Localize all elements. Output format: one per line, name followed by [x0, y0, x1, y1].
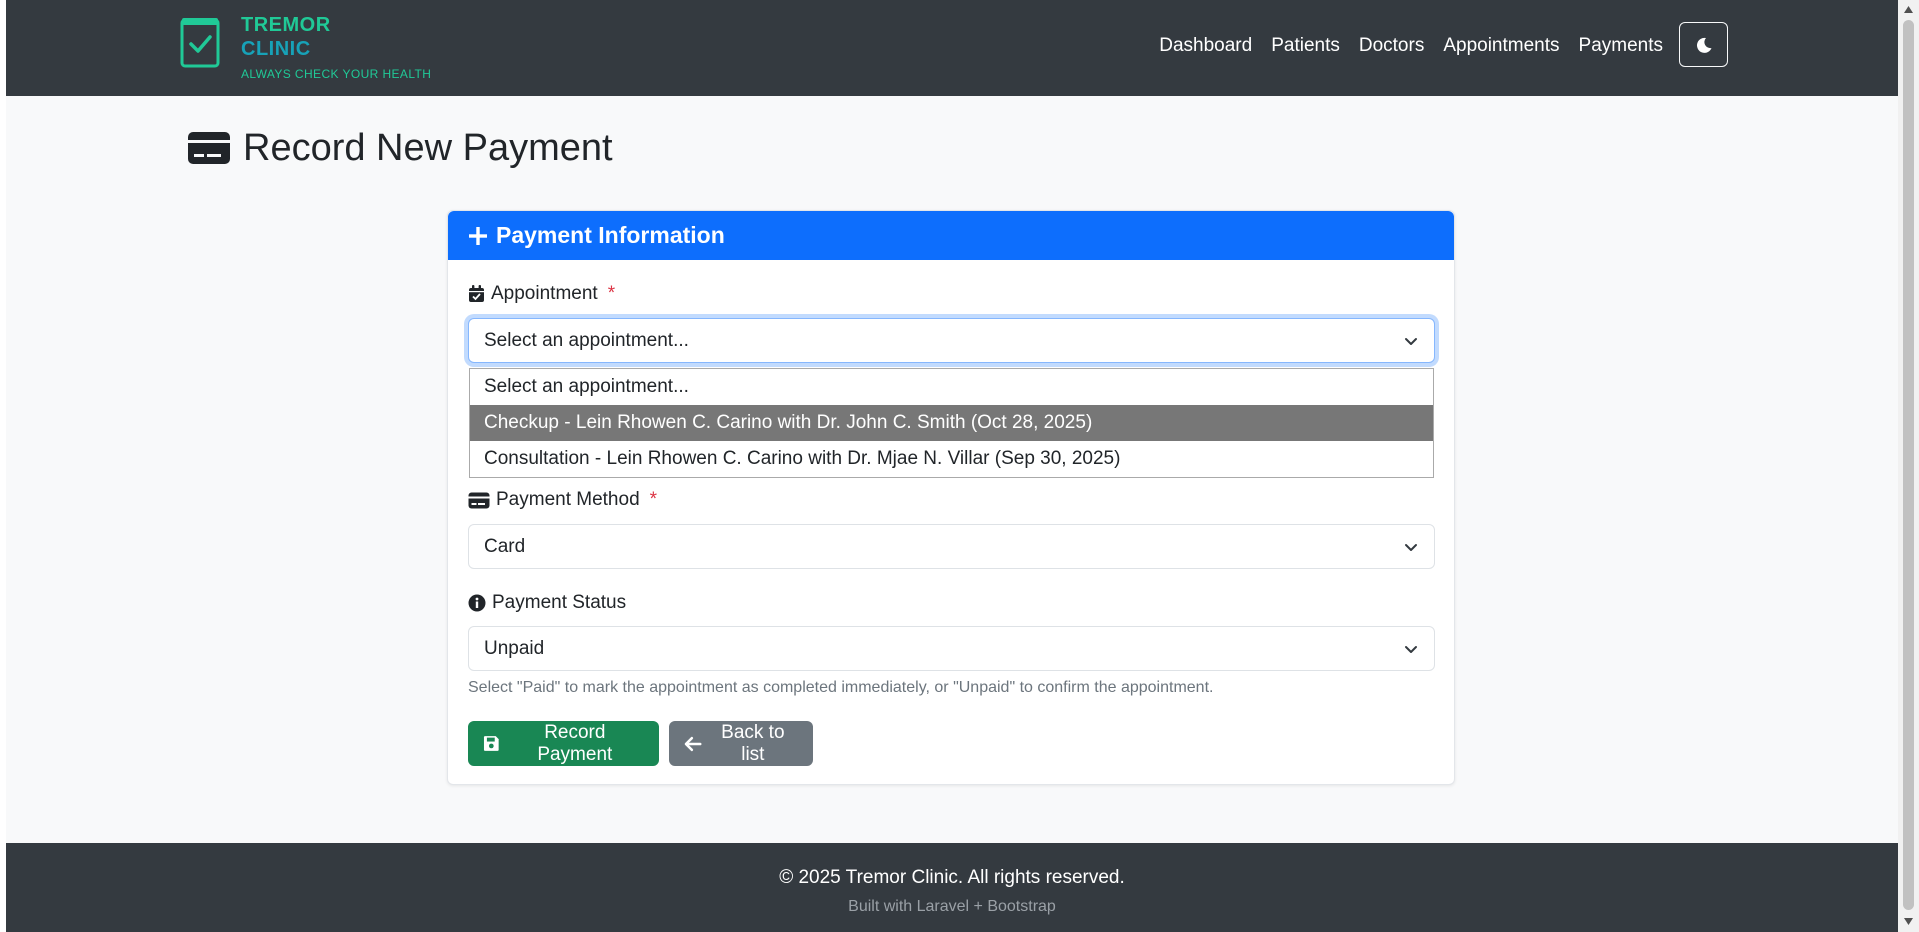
nav-patients[interactable]: Patients: [1271, 34, 1340, 58]
calendar-check-icon: [469, 285, 484, 302]
brand[interactable]: TREMOR CLINIC ALWAYS CHECK YOUR HEALTH: [241, 13, 431, 81]
page: TREMOR CLINIC ALWAYS CHECK YOUR HEALTH D…: [6, 0, 1898, 932]
payment-status-select[interactable]: Unpaid: [468, 626, 1435, 671]
page-title: Record New Payment: [243, 127, 613, 169]
chevron-down-icon: [1405, 338, 1417, 345]
payment-method-label-text: Payment Method: [496, 489, 640, 510]
required-mark: *: [649, 489, 658, 510]
credit-card-icon: [188, 132, 230, 164]
card-header: Payment Information: [448, 211, 1454, 260]
plus-icon: [469, 226, 487, 245]
theme-toggle-button[interactable]: [1679, 22, 1728, 67]
nav-links: Dashboard Patients Doctors Appointments …: [1159, 34, 1663, 58]
nav-doctors[interactable]: Doctors: [1359, 34, 1424, 58]
clipboard-check-icon[interactable]: [180, 16, 220, 68]
nav-appointments[interactable]: Appointments: [1443, 34, 1559, 58]
payment-status-label-text: Payment Status: [492, 592, 627, 613]
chevron-down-icon: [1405, 544, 1417, 551]
arrow-left-icon: [684, 736, 702, 751]
scroll-up-arrow-icon[interactable]: [1903, 5, 1914, 14]
payment-status-label: Payment Status: [468, 592, 626, 614]
back-to-list-button[interactable]: Back to list: [669, 721, 813, 766]
footer-copyright: © 2025 Tremor Clinic. All rights reserve…: [779, 867, 1125, 888]
chevron-down-icon: [1405, 646, 1417, 653]
back-to-list-label: Back to list: [721, 721, 785, 765]
card-title: Payment Information: [496, 222, 725, 248]
page-heading: Record New Payment: [187, 125, 613, 171]
save-icon: [483, 736, 499, 751]
credit-card-icon: [468, 492, 490, 508]
appointment-selected: Select an appointment...: [484, 329, 689, 351]
appointment-option[interactable]: Consultation - Lein Rhowen C. Carino wit…: [470, 441, 1433, 477]
vertical-scrollbar[interactable]: [1898, 0, 1919, 932]
appointment-label: Appointment *: [468, 283, 615, 305]
nav-payments[interactable]: Payments: [1579, 34, 1663, 58]
footer-built-with: Built with Laravel + Bootstrap: [848, 898, 1056, 915]
navbar: TREMOR CLINIC ALWAYS CHECK YOUR HEALTH D…: [6, 0, 1898, 96]
payment-card: Payment Information Appointment * Select …: [447, 210, 1455, 785]
info-circle-icon: [468, 594, 486, 612]
payment-status-selected: Unpaid: [484, 637, 545, 659]
record-payment-label: Record Payment: [537, 721, 613, 765]
brand-name-line1: TREMOR: [241, 14, 331, 36]
nav-dashboard[interactable]: Dashboard: [1159, 34, 1252, 58]
moon-icon: [1696, 37, 1711, 53]
payment-method-selected: Card: [484, 535, 526, 557]
appointment-option[interactable]: Checkup - Lein Rhowen C. Carino with Dr.…: [470, 405, 1433, 441]
scrollbar-thumb[interactable]: [1903, 20, 1914, 910]
appointment-dropdown: Select an appointment... Checkup - Lein …: [469, 368, 1434, 478]
required-mark: *: [607, 283, 616, 304]
record-payment-button[interactable]: Record Payment: [468, 721, 659, 766]
payment-method-label: Payment Method *: [468, 489, 657, 511]
payment-status-help: Select "Paid" to mark the appointment as…: [468, 679, 1214, 696]
brand-tagline: ALWAYS CHECK YOUR HEALTH: [241, 67, 432, 81]
brand-name-line2: CLINIC: [241, 38, 311, 60]
appointment-label-text: Appointment: [491, 283, 598, 304]
appointment-select[interactable]: Select an appointment...: [468, 318, 1435, 363]
footer: © 2025 Tremor Clinic. All rights reserve…: [6, 843, 1898, 932]
scroll-down-arrow-icon[interactable]: [1903, 917, 1914, 926]
appointment-option[interactable]: Select an appointment...: [470, 369, 1433, 405]
payment-method-select[interactable]: Card: [468, 524, 1435, 569]
